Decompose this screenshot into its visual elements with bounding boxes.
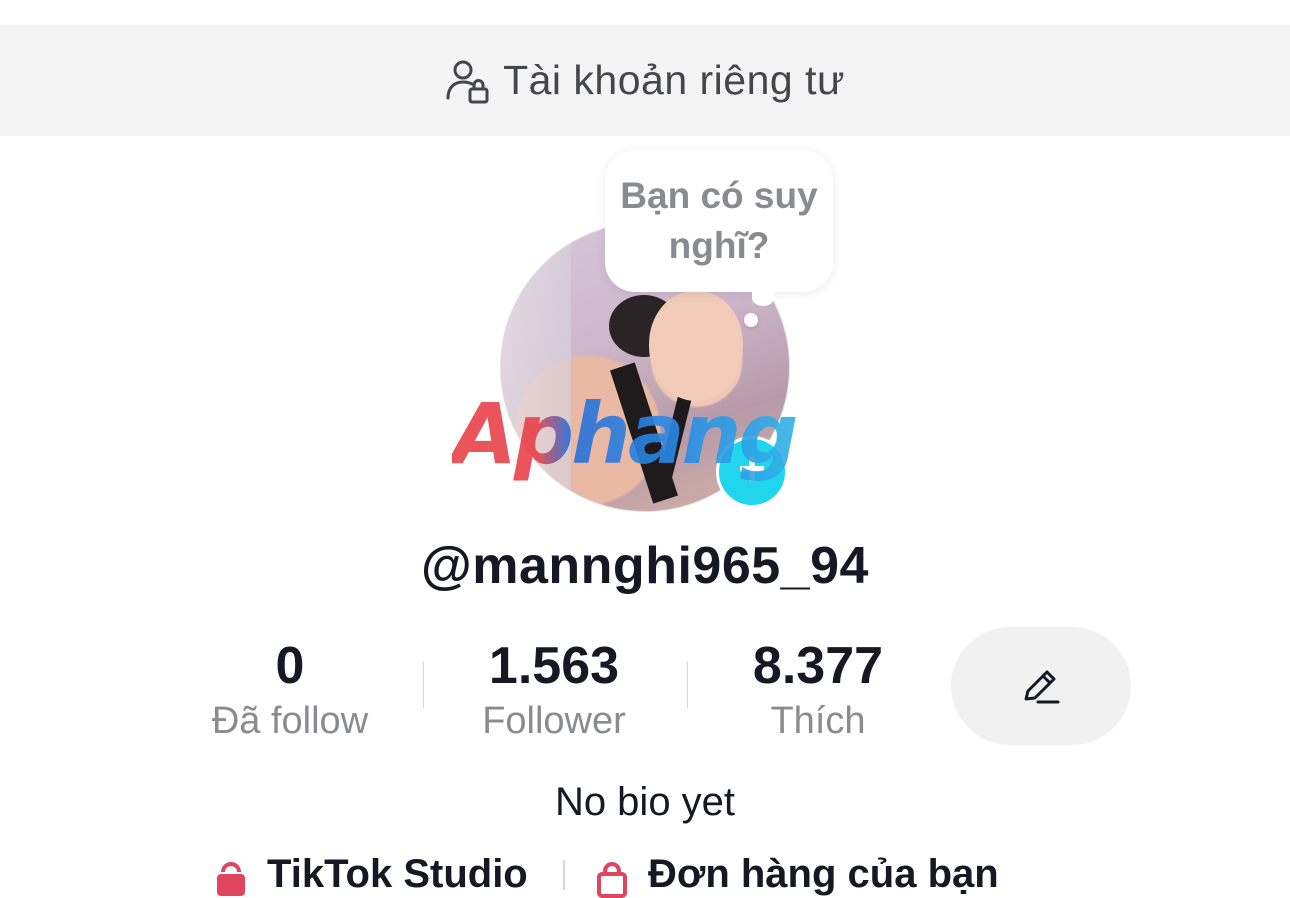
likes-label: Thích	[770, 700, 866, 742]
private-account-icon	[446, 60, 489, 103]
stat-followers[interactable]: 1.563 Follower	[424, 635, 684, 745]
private-account-banner: Tài khoản riêng tư	[0, 25, 1290, 136]
following-count: 0	[275, 637, 305, 695]
shopping-bag-icon	[597, 862, 627, 898]
stat-following[interactable]: 0 Đã follow	[160, 635, 420, 745]
link-divider	[563, 860, 565, 890]
tiktok-studio-link[interactable]: TikTok Studio	[215, 852, 528, 898]
profile-links: TikTok Studio Đơn hàng của bạn	[0, 852, 1290, 898]
watermark-logo: Aphang	[452, 384, 842, 484]
stat-likes[interactable]: 8.377 Thích	[688, 635, 948, 745]
thought-bubble-tail	[752, 290, 774, 306]
thought-bubble-text: Bạn có suy nghĩ?	[620, 175, 818, 266]
followers-label: Follower	[482, 700, 626, 742]
orders-link[interactable]: Đơn hàng của bạn	[596, 852, 999, 898]
private-account-label: Tài khoản riêng tư	[503, 57, 845, 103]
thought-bubble[interactable]: Bạn có suy nghĩ?	[605, 150, 833, 292]
orders-label: Đơn hàng của bạn	[648, 852, 999, 896]
likes-count: 8.377	[752, 637, 884, 695]
tiktok-studio-label: TikTok Studio	[267, 852, 528, 896]
followers-count: 1.563	[488, 637, 620, 695]
edit-pencil-icon	[1024, 670, 1060, 704]
username: @mannghi965_94	[421, 537, 869, 595]
thought-bubble-dot	[744, 313, 758, 327]
following-label: Đã follow	[211, 700, 369, 742]
studio-icon	[217, 862, 245, 896]
edit-profile-button[interactable]	[951, 627, 1131, 745]
bio-text[interactable]: No bio yet	[0, 780, 1290, 825]
